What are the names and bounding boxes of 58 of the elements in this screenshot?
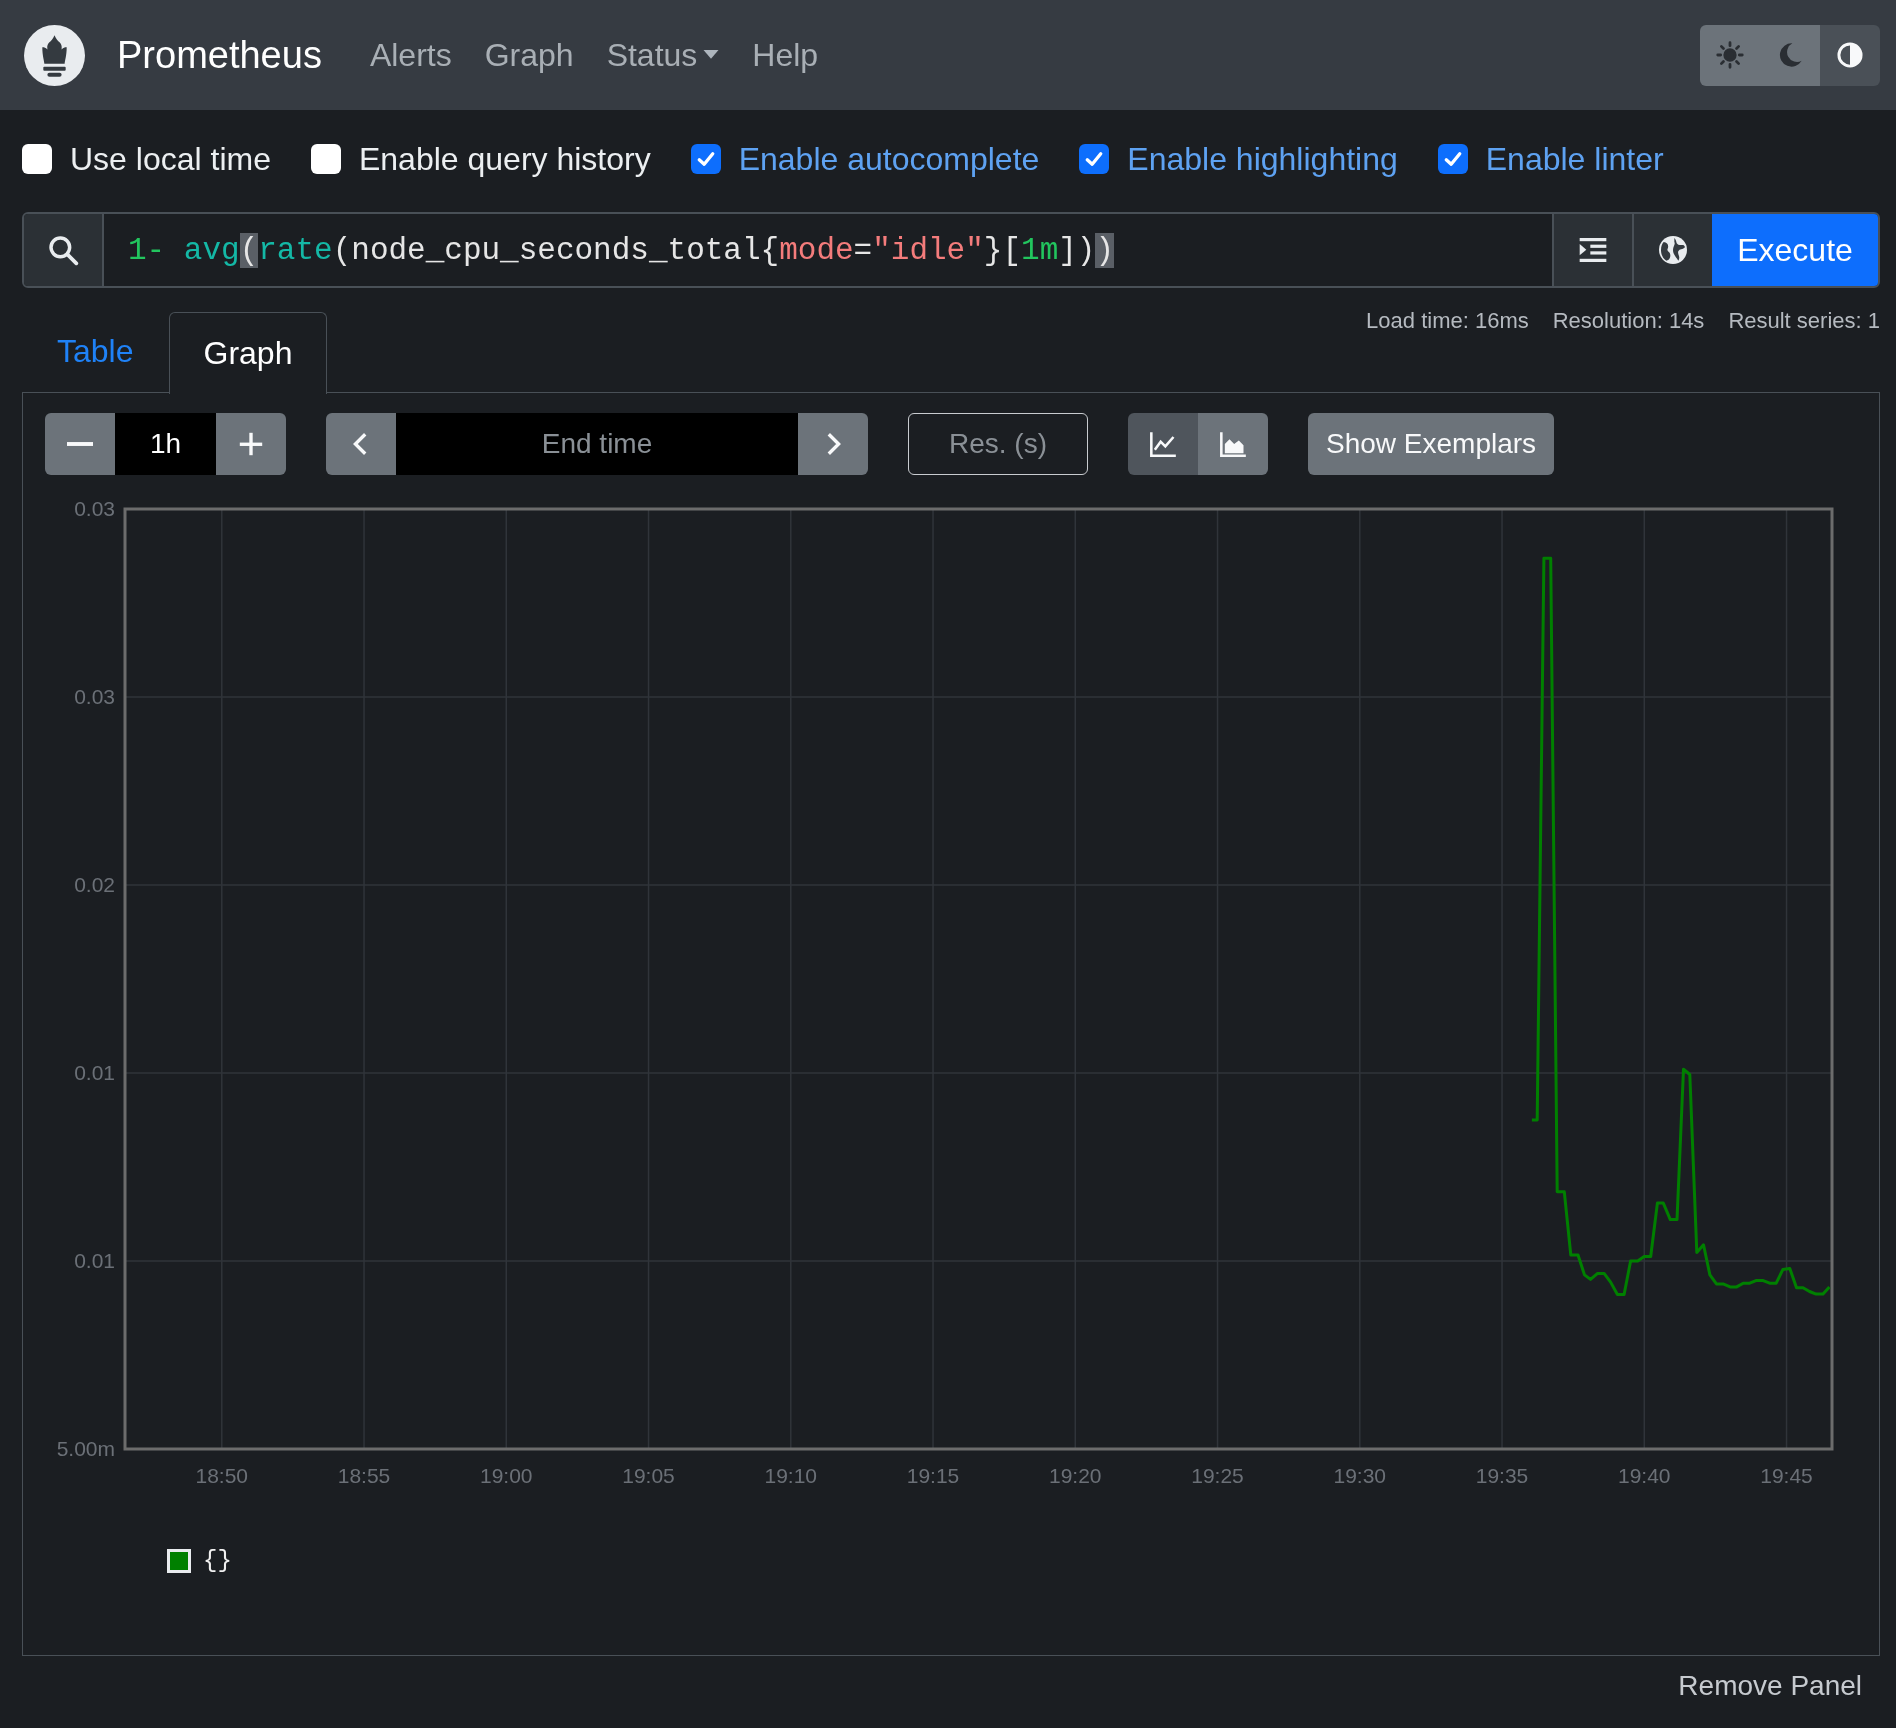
checkbox[interactable] — [1079, 144, 1110, 174]
tab[interactable]: Table — [22, 310, 169, 392]
x-axis-label: 19:10 — [764, 1464, 818, 1487]
line-chart-icon — [1149, 430, 1177, 458]
legend-label[interactable]: {} — [203, 1547, 232, 1574]
decrease-range-button[interactable] — [45, 413, 115, 475]
caret-icon — [703, 50, 720, 60]
checkbox[interactable] — [690, 144, 721, 174]
x-axis-label: 19:45 — [1760, 1464, 1813, 1487]
nav-link[interactable]: Help — [752, 36, 819, 74]
y-axis-label: 0.01 — [74, 1061, 115, 1084]
x-axis-label: 19:35 — [1475, 1464, 1529, 1487]
x-axis-label: 19:25 — [1191, 1464, 1244, 1487]
tab[interactable]: Graph — [168, 311, 328, 394]
option-label[interactable]: Enable autocomplete — [738, 140, 1040, 178]
x-axis-label: 18:50 — [195, 1464, 249, 1487]
y-axis-label: 0.01 — [74, 1249, 115, 1272]
end-time-input[interactable]: End time — [396, 413, 798, 475]
checkbox[interactable] — [310, 144, 341, 174]
y-axis-label: 5.00m — [56, 1437, 115, 1460]
query-stat: Result series: 1 — [1728, 308, 1880, 334]
query-stat: Load time: 16ms — [1366, 308, 1529, 334]
y-axis-label: 0.02 — [74, 873, 115, 896]
y-axis-label: 0.03 — [74, 497, 115, 520]
plus-icon — [237, 430, 265, 458]
area-chart-icon — [1219, 430, 1247, 458]
option-label[interactable]: Enable linter — [1485, 140, 1664, 178]
show-exemplars-button[interactable]: Show Exemplars — [1308, 413, 1555, 475]
brand-link[interactable]: Prometheus — [117, 33, 322, 77]
legend-swatch[interactable] — [167, 1548, 191, 1573]
minus-icon — [67, 442, 93, 446]
query-stat: Resolution: 14s — [1552, 308, 1705, 334]
x-axis-label: 19:05 — [622, 1464, 675, 1487]
x-axis-label: 18:55 — [337, 1464, 391, 1487]
checkbox[interactable] — [1437, 144, 1468, 174]
x-axis-label: 19:00 — [480, 1464, 533, 1487]
chart-type-button[interactable] — [1198, 413, 1268, 475]
increase-range-button[interactable] — [216, 413, 286, 475]
option-label[interactable]: Use local time — [70, 140, 271, 178]
nav-link[interactable]: Alerts — [369, 36, 452, 74]
range-input[interactable]: 1h — [115, 413, 216, 475]
sun-icon — [1716, 41, 1744, 69]
remove-panel-link[interactable]: Remove Panel — [1678, 1670, 1862, 1702]
option-label[interactable]: Enable highlighting — [1127, 140, 1398, 178]
checkbox[interactable] — [22, 144, 52, 174]
chart-type-button[interactable] — [1128, 413, 1198, 475]
y-axis-label: 0.03 — [74, 685, 115, 708]
contrast-icon — [1836, 41, 1864, 69]
x-axis-label: 19:15 — [906, 1464, 960, 1487]
option-label[interactable]: Enable query history — [358, 140, 651, 178]
theme-button[interactable] — [1820, 24, 1880, 86]
flame-logo-icon[interactable] — [24, 24, 85, 86]
x-axis-label: 19:30 — [1333, 1464, 1387, 1487]
resolution-input[interactable]: Res. (s) — [908, 413, 1088, 475]
x-axis-label: 19:20 — [1049, 1464, 1102, 1487]
nav-link[interactable]: Graph — [484, 36, 574, 74]
nav-link[interactable]: Status — [606, 36, 720, 74]
x-axis-label: 19:40 — [1618, 1464, 1671, 1487]
